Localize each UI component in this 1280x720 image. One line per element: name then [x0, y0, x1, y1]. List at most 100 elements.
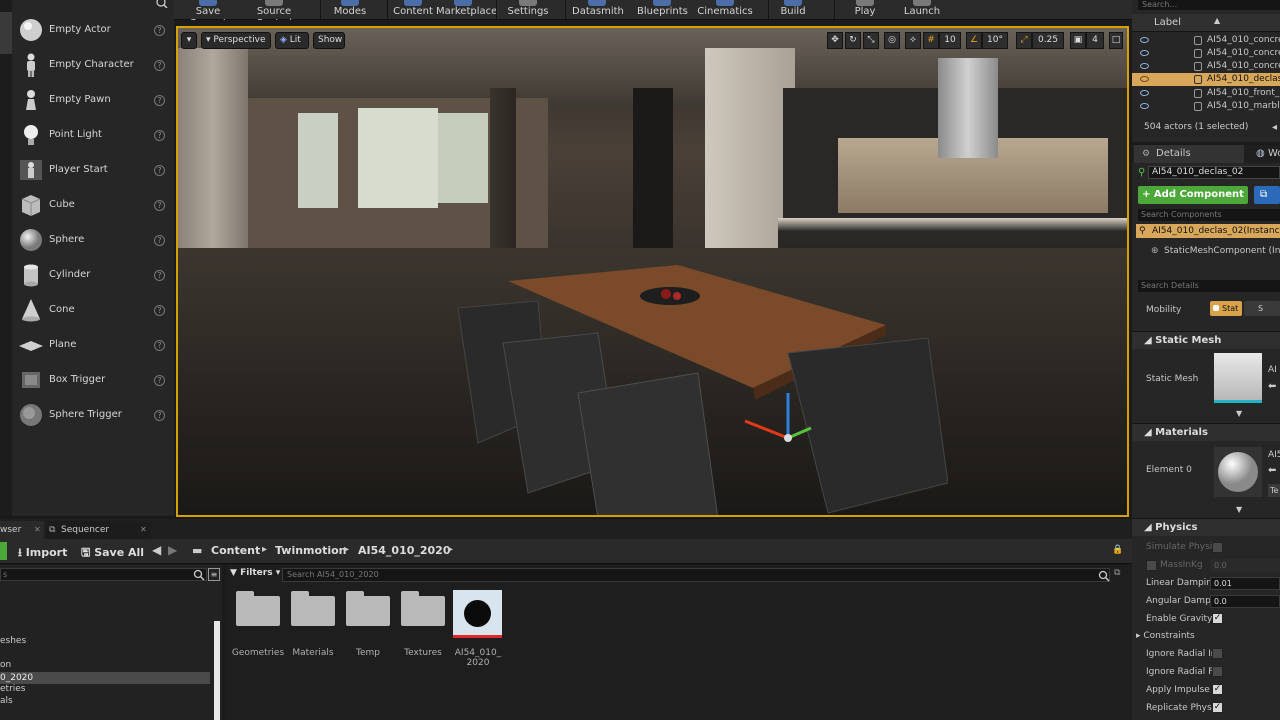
- apply-impulse-checkbox[interactable]: ✓: [1212, 684, 1223, 695]
- search-components-input[interactable]: Search Components: [1138, 209, 1280, 221]
- forward-arrow-icon[interactable]: ▶: [168, 543, 177, 557]
- material-thumbnail[interactable]: [1214, 447, 1262, 497]
- datasmith-button[interactable]: Datasmith: [572, 0, 624, 20]
- mobility-stationary-toggle[interactable]: S: [1244, 301, 1280, 316]
- show-dropdown[interactable]: Show: [313, 32, 345, 49]
- tree-item[interactable]: eshes: [0, 636, 26, 646]
- component-instance-row[interactable]: ⚲ AI54_010_declas_02(Instance): [1136, 224, 1280, 238]
- modes-button[interactable]: Modes: [329, 0, 371, 20]
- outliner-search-input[interactable]: Search...: [1138, 0, 1280, 10]
- use-selected-arrow-icon[interactable]: ⬅: [1268, 465, 1276, 476]
- help-icon[interactable]: ?: [154, 375, 165, 386]
- collapse-tree-icon[interactable]: ≡: [208, 568, 220, 581]
- replicate-physics-checkbox[interactable]: ✓: [1212, 702, 1223, 713]
- help-icon[interactable]: ?: [154, 60, 165, 71]
- world-space-icon[interactable]: ◎: [884, 32, 900, 49]
- static-mesh-component-row[interactable]: ⊕ StaticMeshComponent (Inhe: [1148, 245, 1280, 258]
- help-icon[interactable]: ?: [154, 410, 165, 421]
- use-selected-arrow-icon[interactable]: ⬅: [1268, 381, 1276, 392]
- maximize-viewport-icon[interactable]: □: [1109, 32, 1123, 49]
- folder-search-input[interactable]: s: [0, 568, 207, 581]
- linear-damping-input[interactable]: 0.01: [1210, 577, 1280, 590]
- place-item-box-trigger[interactable]: Box Trigger?: [14, 363, 172, 397]
- help-icon[interactable]: ?: [154, 340, 165, 351]
- mass-override-checkbox[interactable]: [1146, 560, 1157, 571]
- place-item-cube[interactable]: Cube?: [14, 188, 172, 222]
- enable-gravity-checkbox[interactable]: ✓: [1212, 613, 1223, 624]
- cinematics-button[interactable]: Cinematics: [697, 0, 753, 20]
- save-all-button[interactable]: 🖫 Save All: [81, 544, 144, 563]
- help-icon[interactable]: ?: [154, 130, 165, 141]
- visibility-eye-icon[interactable]: [1140, 37, 1149, 43]
- tree-item[interactable]: etries: [0, 684, 26, 694]
- filters-button[interactable]: ▼ Filters ▾: [230, 568, 280, 578]
- sequencer-tab[interactable]: ⧉ Sequencer: [46, 521, 150, 539]
- perspective-dropdown[interactable]: ▾ Perspective: [201, 32, 271, 49]
- tree-item-selected[interactable]: 0_2020: [0, 672, 210, 684]
- outliner-row[interactable]: AI54_010_front_0: [1132, 87, 1280, 100]
- play-button[interactable]: Play: [845, 0, 885, 20]
- category-tab-active[interactable]: [0, 12, 12, 54]
- camera-speed-value[interactable]: 4: [1086, 32, 1104, 49]
- place-item-point-light[interactable]: Point Light?: [14, 118, 172, 152]
- rotate-tool-icon[interactable]: ↻: [845, 32, 861, 49]
- blueprint-button[interactable]: ⧉: [1254, 186, 1280, 204]
- outliner-row[interactable]: AI54_010_concret: [1132, 60, 1280, 73]
- outliner-row[interactable]: AI54_010_concret: [1132, 47, 1280, 60]
- build-button[interactable]: Build: [773, 0, 813, 20]
- grid-snap-value[interactable]: 10: [939, 32, 961, 49]
- expand-arrow-icon[interactable]: ▼: [1236, 505, 1242, 514]
- place-item-empty-pawn[interactable]: Empty Pawn?: [14, 83, 172, 117]
- place-item-empty-character[interactable]: Empty Character?: [14, 48, 172, 82]
- rotation-snap-value[interactable]: 10°: [982, 32, 1008, 49]
- breadcrumb-content[interactable]: Content: [211, 544, 260, 557]
- scale-snap-icon[interactable]: ⤢: [1016, 32, 1032, 49]
- visibility-eye-icon[interactable]: [1140, 50, 1149, 56]
- visibility-eye-icon[interactable]: [1140, 76, 1149, 82]
- help-icon[interactable]: ?: [154, 235, 165, 246]
- breadcrumb-twinmotion[interactable]: Twinmotion: [275, 544, 347, 557]
- place-item-plane[interactable]: Plane?: [14, 328, 172, 362]
- asset-search-input[interactable]: Search AI54_010_2020: [282, 568, 1110, 582]
- level-viewport[interactable]: ▾ ▾ Perspective ◈ Lit Show ✥ ↻ ⤡ ◎ ⟡ # 1…: [176, 26, 1129, 517]
- static-mesh-section-header[interactable]: ◢ Static Mesh: [1132, 331, 1280, 349]
- textures-button[interactable]: Te: [1268, 484, 1280, 497]
- help-icon[interactable]: ?: [154, 25, 165, 36]
- help-icon[interactable]: ?: [154, 165, 165, 176]
- simulate-physics-checkbox[interactable]: [1212, 542, 1223, 553]
- mobility-static-toggle[interactable]: Stat: [1210, 301, 1242, 316]
- rotation-snap-icon[interactable]: ∠: [966, 32, 982, 49]
- label-column-header[interactable]: Label: [1154, 17, 1181, 28]
- view-options-arrow-icon[interactable]: ◂: [1272, 122, 1277, 133]
- tree-scrollbar[interactable]: [214, 621, 220, 720]
- tree-item[interactable]: on: [0, 660, 11, 670]
- breadcrumb-separator-icon[interactable]: ▸: [262, 544, 267, 555]
- help-icon[interactable]: ?: [154, 95, 165, 106]
- marketplace-button[interactable]: Marketplace: [436, 0, 497, 20]
- place-item-cone[interactable]: Cone?: [14, 293, 172, 327]
- constraints-group[interactable]: ▸ Constraints: [1136, 631, 1195, 641]
- transform-gizmo[interactable]: [733, 383, 813, 453]
- search-icon[interactable]: [1098, 570, 1110, 582]
- outliner-row[interactable]: AI54_010_concret: [1132, 34, 1280, 47]
- close-tab-icon[interactable]: ✕: [140, 525, 147, 534]
- search-icon[interactable]: [155, 0, 169, 8]
- back-arrow-icon[interactable]: ◀: [152, 543, 161, 557]
- blueprints-button[interactable]: Blueprints: [637, 0, 688, 20]
- place-item-empty-actor[interactable]: Empty Actor?: [14, 13, 172, 47]
- static-mesh-thumbnail[interactable]: [1214, 353, 1262, 403]
- camera-speed-icon[interactable]: ▣: [1070, 32, 1086, 49]
- place-item-cylinder[interactable]: Cylinder?: [14, 258, 172, 292]
- ignore-radial-force-checkbox[interactable]: [1212, 666, 1223, 677]
- add-component-button[interactable]: + Add Component ▾: [1138, 186, 1248, 218]
- visibility-eye-icon[interactable]: [1140, 63, 1149, 69]
- visibility-eye-icon[interactable]: [1140, 103, 1149, 109]
- tree-item[interactable]: als: [0, 696, 13, 706]
- grid-snap-icon[interactable]: #: [923, 32, 939, 49]
- ignore-radial-impulse-checkbox[interactable]: [1212, 648, 1223, 659]
- mass-input[interactable]: 0.0: [1210, 559, 1280, 572]
- world-settings-tab[interactable]: ◍Wo: [1252, 145, 1280, 163]
- launch-button[interactable]: Launch: [902, 0, 942, 20]
- scale-tool-icon[interactable]: ⤡: [863, 32, 879, 49]
- close-tab-icon[interactable]: ✕: [34, 525, 41, 534]
